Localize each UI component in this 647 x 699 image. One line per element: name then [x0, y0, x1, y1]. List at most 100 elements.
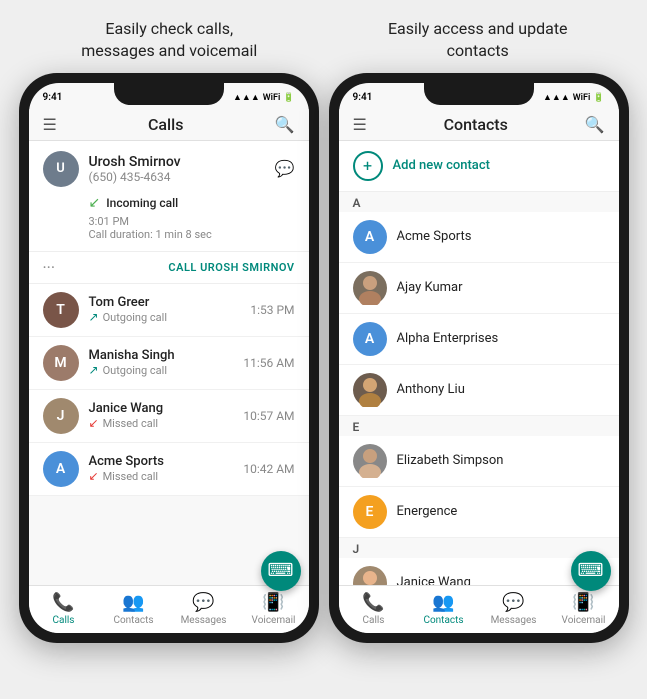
- contacts-tab-icon-contacts: 👥: [432, 592, 454, 613]
- tab-voicemail-calls[interactable]: 📳 Voicemail: [239, 590, 309, 629]
- add-contact-icon: +: [353, 151, 383, 181]
- call-time-0: 1:53 PM: [250, 303, 294, 317]
- tab-voicemail-contacts[interactable]: 📳 Voicemail: [549, 590, 619, 629]
- contacts-fab[interactable]: ⌨: [571, 551, 611, 591]
- messages-tab-label-calls: Messages: [181, 615, 227, 626]
- tab-calls-contacts[interactable]: 📞 Calls: [339, 590, 409, 629]
- avatar-acme: A: [43, 451, 79, 487]
- contact-name-ajay: Ajay Kumar: [397, 280, 463, 295]
- contacts-bottom-tabs: 📞 Calls 👥 Contacts 💬 Messages 📳 Voicemai…: [339, 585, 619, 633]
- more-options-icon[interactable]: ···: [43, 258, 56, 277]
- calls-tab-icon: 📞: [52, 592, 74, 613]
- voicemail-tab-icon-calls: 📳: [262, 592, 284, 613]
- voicemail-tab-icon-contacts: 📳: [572, 592, 594, 613]
- incoming-icon: ↙: [89, 195, 101, 211]
- headlines-row: Easily check calls, messages and voicema…: [0, 0, 647, 73]
- featured-number: (650) 435-4634: [89, 170, 181, 184]
- featured-call-item[interactable]: U Urosh Smirnov (650) 435-4634 💬 ↙ Incom…: [29, 141, 309, 252]
- call-time-2: 10:57 AM: [243, 409, 294, 423]
- action-row: ··· CALL UROSH SMIRNOV: [29, 252, 309, 284]
- messages-tab-icon-calls: 💬: [192, 592, 214, 613]
- call-time-3: 10:42 AM: [243, 462, 294, 476]
- hamburger-icon-contacts[interactable]: ☰: [353, 115, 367, 134]
- avatar-tom: T: [43, 292, 79, 328]
- contacts-phone: 9:41 ▲▲▲ WiFi 🔋 ☰ Contacts 🔍: [329, 73, 629, 643]
- tab-messages-calls[interactable]: 💬 Messages: [169, 590, 239, 629]
- headline-contacts: Easily access and update contacts: [329, 18, 628, 63]
- featured-call-type: Incoming call: [106, 196, 178, 210]
- hamburger-icon[interactable]: ☰: [43, 115, 57, 134]
- section-j: J: [339, 538, 619, 558]
- avatar-ajay: [353, 271, 387, 305]
- call-type-0: Outgoing call: [103, 311, 167, 324]
- contacts-nav-bar: ☰ Contacts 🔍: [339, 109, 619, 141]
- avatar-energence: E: [353, 495, 387, 529]
- featured-avatar: U: [43, 151, 79, 187]
- call-type-3: Missed call: [103, 470, 159, 483]
- calls-nav-title: Calls: [148, 115, 183, 134]
- call-type-1: Outgoing call: [103, 364, 167, 377]
- avatar-anthony: [353, 373, 387, 407]
- section-e: E: [339, 416, 619, 436]
- contact-name-energence: Energence: [397, 504, 458, 519]
- tab-contacts-contacts[interactable]: 👥 Contacts: [409, 590, 479, 629]
- voicemail-tab-label-calls: Voicemail: [252, 615, 296, 626]
- contact-name-acme: Acme Sports: [397, 229, 472, 244]
- call-item-2[interactable]: J Janice Wang ↙ Missed call 10:57 AM: [29, 390, 309, 443]
- contact-name-elizabeth: Elizabeth Simpson: [397, 453, 504, 468]
- search-icon-contacts[interactable]: 🔍: [585, 115, 605, 134]
- call-item-0[interactable]: T Tom Greer ↗ Outgoing call 1:53 PM: [29, 284, 309, 337]
- calls-tab-label-contacts: Calls: [363, 615, 385, 626]
- voicemail-tab-label-contacts: Voicemail: [562, 615, 606, 626]
- outgoing-icon-0: ↗: [89, 310, 99, 324]
- notch-calls: [114, 83, 224, 105]
- status-time-calls: 9:41: [43, 92, 63, 103]
- messages-tab-label-contacts: Messages: [491, 615, 537, 626]
- calls-phone: 9:41 ▲▲▲ WiFi 🔋 ☰ Calls 🔍: [19, 73, 319, 643]
- calls-fab[interactable]: ⌨: [261, 551, 301, 591]
- call-name-0: Tom Greer: [89, 295, 241, 310]
- contact-anthony[interactable]: Anthony Liu: [339, 365, 619, 416]
- calls-list: U Urosh Smirnov (650) 435-4634 💬 ↙ Incom…: [29, 141, 309, 585]
- call-item-3[interactable]: A Acme Sports ↙ Missed call 10:42 AM: [29, 443, 309, 496]
- notch-contacts: [424, 83, 534, 105]
- featured-call-duration: Call duration: 1 min 8 sec: [43, 228, 295, 241]
- chat-icon[interactable]: 💬: [275, 159, 295, 178]
- contact-alpha[interactable]: A Alpha Enterprises: [339, 314, 619, 365]
- messages-tab-icon-contacts: 💬: [502, 592, 524, 613]
- avatar-elizabeth: [353, 444, 387, 478]
- outgoing-icon-1: ↗: [89, 363, 99, 377]
- call-action-button[interactable]: CALL UROSH SMIRNOV: [168, 261, 294, 274]
- search-icon-calls[interactable]: 🔍: [275, 115, 295, 134]
- contact-name-janice: Janice Wang: [397, 575, 471, 585]
- contact-acme-sports[interactable]: A Acme Sports: [339, 212, 619, 263]
- call-type-2: Missed call: [103, 417, 159, 430]
- tab-messages-contacts[interactable]: 💬 Messages: [479, 590, 549, 629]
- missed-icon-3: ↙: [89, 469, 99, 483]
- avatar-manisha: M: [43, 345, 79, 381]
- headline-calls: Easily check calls, messages and voicema…: [20, 18, 319, 63]
- calls-tab-icon-contacts: 📞: [362, 592, 384, 613]
- contacts-list: + Add new contact A A Acme Sports Ajay K…: [339, 141, 619, 585]
- call-item-1[interactable]: M Manisha Singh ↗ Outgoing call 11:56 AM: [29, 337, 309, 390]
- avatar-acme-sports: A: [353, 220, 387, 254]
- tab-calls[interactable]: 📞 Calls: [29, 590, 99, 629]
- call-name-1: Manisha Singh: [89, 348, 234, 363]
- calls-tab-label: Calls: [53, 615, 75, 626]
- featured-name: Urosh Smirnov: [89, 154, 181, 170]
- contacts-tab-label-contacts: Contacts: [423, 615, 463, 626]
- contact-elizabeth[interactable]: Elizabeth Simpson: [339, 436, 619, 487]
- section-a: A: [339, 192, 619, 212]
- avatar-alpha: A: [353, 322, 387, 356]
- tab-contacts-calls[interactable]: 👥 Contacts: [99, 590, 169, 629]
- contacts-nav-title: Contacts: [444, 115, 508, 134]
- contact-name-alpha: Alpha Enterprises: [397, 331, 499, 346]
- contact-energence[interactable]: E Energence: [339, 487, 619, 538]
- avatar-janice: J: [43, 398, 79, 434]
- contact-ajay[interactable]: Ajay Kumar: [339, 263, 619, 314]
- add-contact-label: Add new contact: [393, 158, 490, 173]
- calls-nav-bar: ☰ Calls 🔍: [29, 109, 309, 141]
- avatar-janice-contact: [353, 566, 387, 585]
- add-contact-row[interactable]: + Add new contact: [339, 141, 619, 192]
- contacts-tab-icon-calls: 👥: [122, 592, 144, 613]
